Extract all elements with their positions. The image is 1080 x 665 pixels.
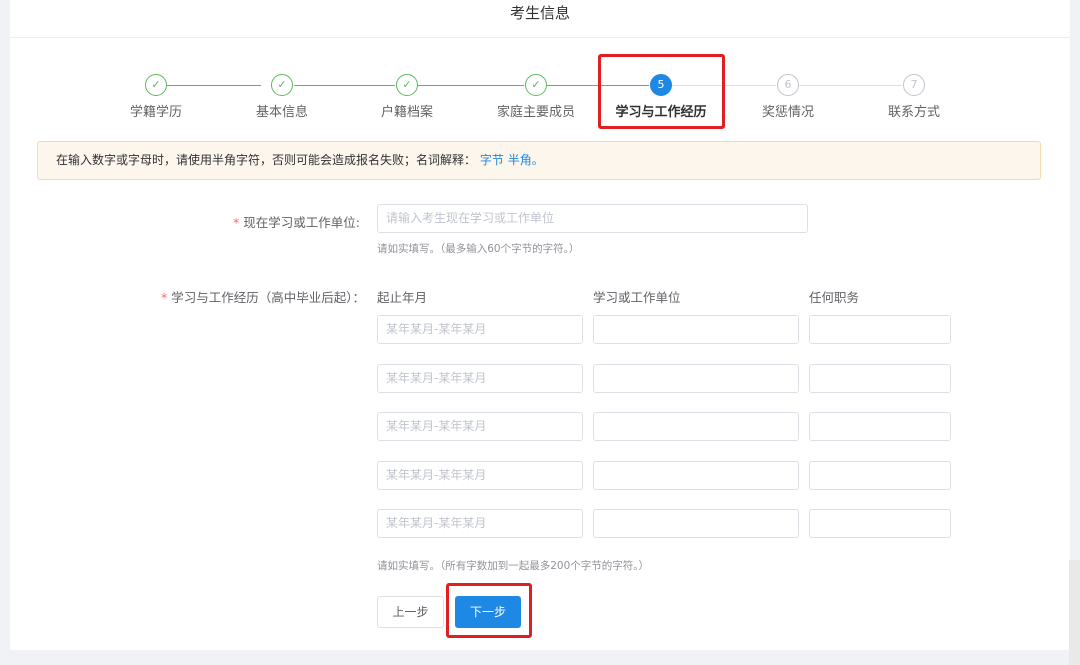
step-label-4: 家庭主要成员	[496, 105, 575, 120]
step-label-1: 学籍学历	[129, 105, 182, 120]
info-alert: 在输入数字或字母时，请使用半角字符，否则可能会造成报名失败；名词解释： 字节 半…	[37, 141, 1041, 180]
alert-text: 在输入数字或字母时，请使用半角字符，否则可能会造成报名失败；名词解释：	[56, 153, 477, 167]
step-connector	[418, 85, 524, 86]
column-header-period: 起止年月	[377, 290, 428, 305]
required-mark: *	[233, 215, 240, 230]
period-input[interactable]: 某年某月-某年某月	[377, 509, 583, 538]
step-label-7: 联系方式	[887, 105, 940, 120]
column-header-unit: 学习或工作单位	[593, 290, 681, 305]
step-7-number: 7	[903, 74, 925, 96]
current-step-highlight	[598, 54, 725, 129]
step-3-check-icon: ✓	[396, 74, 418, 96]
unit-input[interactable]	[593, 461, 799, 490]
unit-input[interactable]	[593, 412, 799, 441]
scroll-edge	[1069, 560, 1080, 665]
half-width-link[interactable]: 半角。	[508, 153, 544, 167]
byte-link[interactable]: 字节	[480, 153, 504, 167]
step-2-check-icon: ✓	[271, 74, 293, 96]
step-connector	[167, 85, 261, 86]
step-connector	[799, 85, 902, 86]
current-unit-label-text: 现在学习或工作单位:	[243, 215, 360, 230]
unit-input[interactable]	[593, 315, 799, 344]
period-input[interactable]: 某年某月-某年某月	[377, 412, 583, 441]
next-button-highlight	[446, 583, 532, 638]
history-label-text: 学习与工作经历（高中毕业后起）：	[171, 290, 365, 305]
prev-button[interactable]: 上一步	[377, 596, 444, 628]
current-unit-label: * 现在学习或工作单位:	[160, 212, 360, 231]
page-title: 考生信息	[10, 0, 1070, 38]
step-4-check-icon: ✓	[525, 74, 547, 96]
period-input[interactable]: 某年某月-某年某月	[377, 461, 583, 490]
history-hint: 请如实填写。（所有字数加到一起最多200个字节的字符。）	[377, 560, 650, 572]
step-label-6: 奖惩情况	[761, 105, 814, 120]
position-input[interactable]	[809, 315, 951, 344]
position-input[interactable]	[809, 461, 951, 490]
step-connector	[294, 85, 395, 86]
period-input[interactable]: 某年某月-某年某月	[377, 364, 583, 393]
current-unit-hint: 请如实填写。（最多输入60个字节的字符。）	[377, 243, 580, 255]
step-label-2: 基本信息	[255, 105, 308, 120]
position-input[interactable]	[809, 364, 951, 393]
position-input[interactable]	[809, 412, 951, 441]
column-header-position: 任何职务	[809, 290, 860, 305]
step-label-3: 户籍档案	[380, 105, 433, 120]
current-unit-input[interactable]: 请输入考生现在学习或工作单位	[377, 204, 808, 233]
unit-input[interactable]	[593, 509, 799, 538]
step-1-check-icon: ✓	[145, 74, 167, 96]
period-input[interactable]: 某年某月-某年某月	[377, 315, 583, 344]
step-6-number: 6	[777, 74, 799, 96]
unit-input[interactable]	[593, 364, 799, 393]
position-input[interactable]	[809, 509, 951, 538]
required-mark: *	[161, 290, 168, 305]
history-label: * 学习与工作经历（高中毕业后起）：	[140, 287, 365, 306]
